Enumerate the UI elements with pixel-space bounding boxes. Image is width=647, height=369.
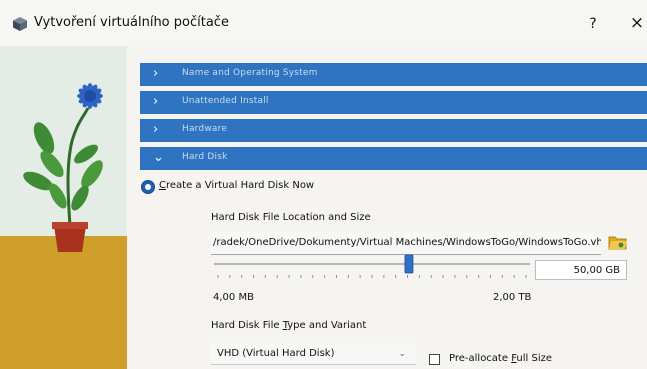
slider-handle[interactable] xyxy=(404,254,414,274)
chevron-right-icon: › xyxy=(153,122,159,137)
section-name-and-os[interactable]: › Name and Operating System xyxy=(140,63,647,86)
chevron-down-icon: ⌄ xyxy=(153,150,164,165)
preallocate-checkbox[interactable] xyxy=(429,354,440,365)
folder-open-icon[interactable] xyxy=(608,233,628,251)
create-vm-dialog: Vytvoření virtuálního počítače ? × › Nam… xyxy=(0,0,647,369)
title-bar: Vytvoření virtuálního počítače ? × xyxy=(0,0,647,46)
disk-size-input[interactable]: 50,00 GB xyxy=(535,260,627,280)
create-disk-radio[interactable] xyxy=(141,180,155,194)
chevron-right-icon: › xyxy=(153,94,159,109)
section-label: Unattended Install xyxy=(182,96,269,106)
create-disk-label: Create a Virtual Hard Disk Now xyxy=(159,180,315,191)
disk-location-input[interactable]: /radek/OneDrive/Dokumenty/Virtual Machin… xyxy=(211,232,601,255)
disk-type-value: VHD (Virtual Hard Disk) xyxy=(217,348,335,359)
chevron-right-icon: › xyxy=(153,66,159,81)
location-caption: Hard Disk File Location and Size xyxy=(211,212,371,223)
help-button[interactable]: ? xyxy=(583,13,603,35)
section-unattended-install[interactable]: › Unattended Install xyxy=(140,91,647,114)
section-label: Hard Disk xyxy=(182,152,228,162)
disk-type-select[interactable]: VHD (Virtual Hard Disk) ⌄ xyxy=(211,343,416,365)
virtualbox-cube-icon xyxy=(13,17,27,31)
section-label: Name and Operating System xyxy=(182,68,318,78)
disk-size-slider[interactable] xyxy=(214,253,530,283)
section-hardware[interactable]: › Hardware xyxy=(140,119,647,142)
plant-illustration xyxy=(23,83,103,252)
window-title: Vytvoření virtuálního počítače xyxy=(34,15,229,30)
slider-min-label: 4,00 MB xyxy=(213,292,254,303)
slider-max-label: 2,00 TB xyxy=(493,292,532,303)
wizard-content: › Name and Operating System › Unattended… xyxy=(127,46,647,369)
preallocate-label: Pre-allocate Full Size xyxy=(449,353,553,364)
side-illustration xyxy=(0,46,127,369)
section-hard-disk[interactable]: ⌄ Hard Disk xyxy=(140,147,647,170)
close-button[interactable]: × xyxy=(627,12,647,34)
section-label: Hardware xyxy=(182,124,228,134)
type-caption: Hard Disk File Type and Variant xyxy=(211,320,367,331)
chevron-down-icon: ⌄ xyxy=(398,349,406,359)
